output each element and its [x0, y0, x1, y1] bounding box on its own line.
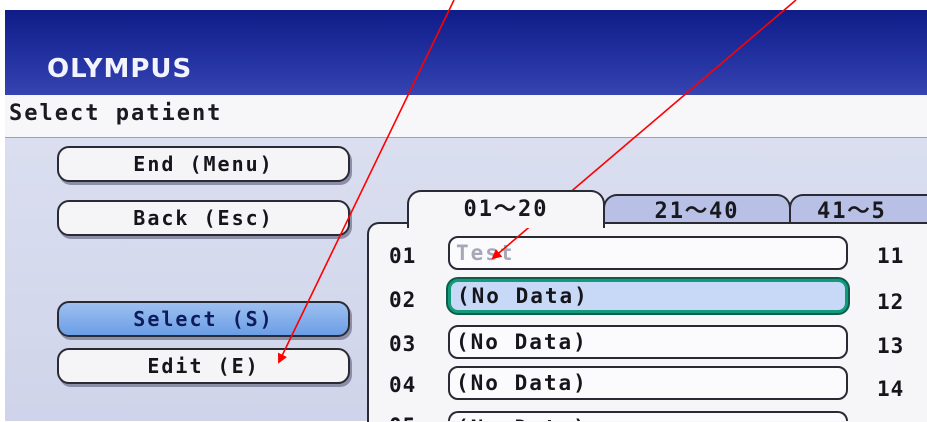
- row-number-05: 05: [389, 414, 416, 421]
- patient-slot-01[interactable]: Test: [448, 236, 848, 270]
- brand-bar: OLYMPUS: [5, 10, 927, 95]
- patient-slot-05[interactable]: (No Data): [448, 411, 848, 421]
- back-button[interactable]: Back (Esc): [57, 200, 350, 236]
- tab-01-20[interactable]: 01～20: [407, 190, 605, 228]
- select-button[interactable]: Select (S): [57, 301, 350, 337]
- edit-button[interactable]: Edit (E): [57, 348, 350, 384]
- title-bar: Select patient: [5, 95, 927, 138]
- end-menu-button[interactable]: End (Menu): [57, 146, 350, 182]
- row-number-13: 13: [877, 334, 905, 358]
- patient-slot-04[interactable]: (No Data): [448, 366, 848, 400]
- row-number-11: 11: [877, 244, 905, 268]
- row-number-12: 12: [877, 290, 905, 314]
- row-number-01: 01: [389, 244, 417, 268]
- row-number-03: 03: [389, 332, 417, 356]
- patient-slot-03[interactable]: (No Data): [448, 325, 848, 359]
- patient-slot-02[interactable]: (No Data): [448, 279, 848, 313]
- row-number-02: 02: [389, 288, 417, 312]
- row-number-04: 04: [389, 373, 417, 397]
- page-title: Select patient: [9, 101, 223, 126]
- olympus-logo: OLYMPUS: [47, 54, 193, 84]
- row-number-14: 14: [877, 377, 905, 401]
